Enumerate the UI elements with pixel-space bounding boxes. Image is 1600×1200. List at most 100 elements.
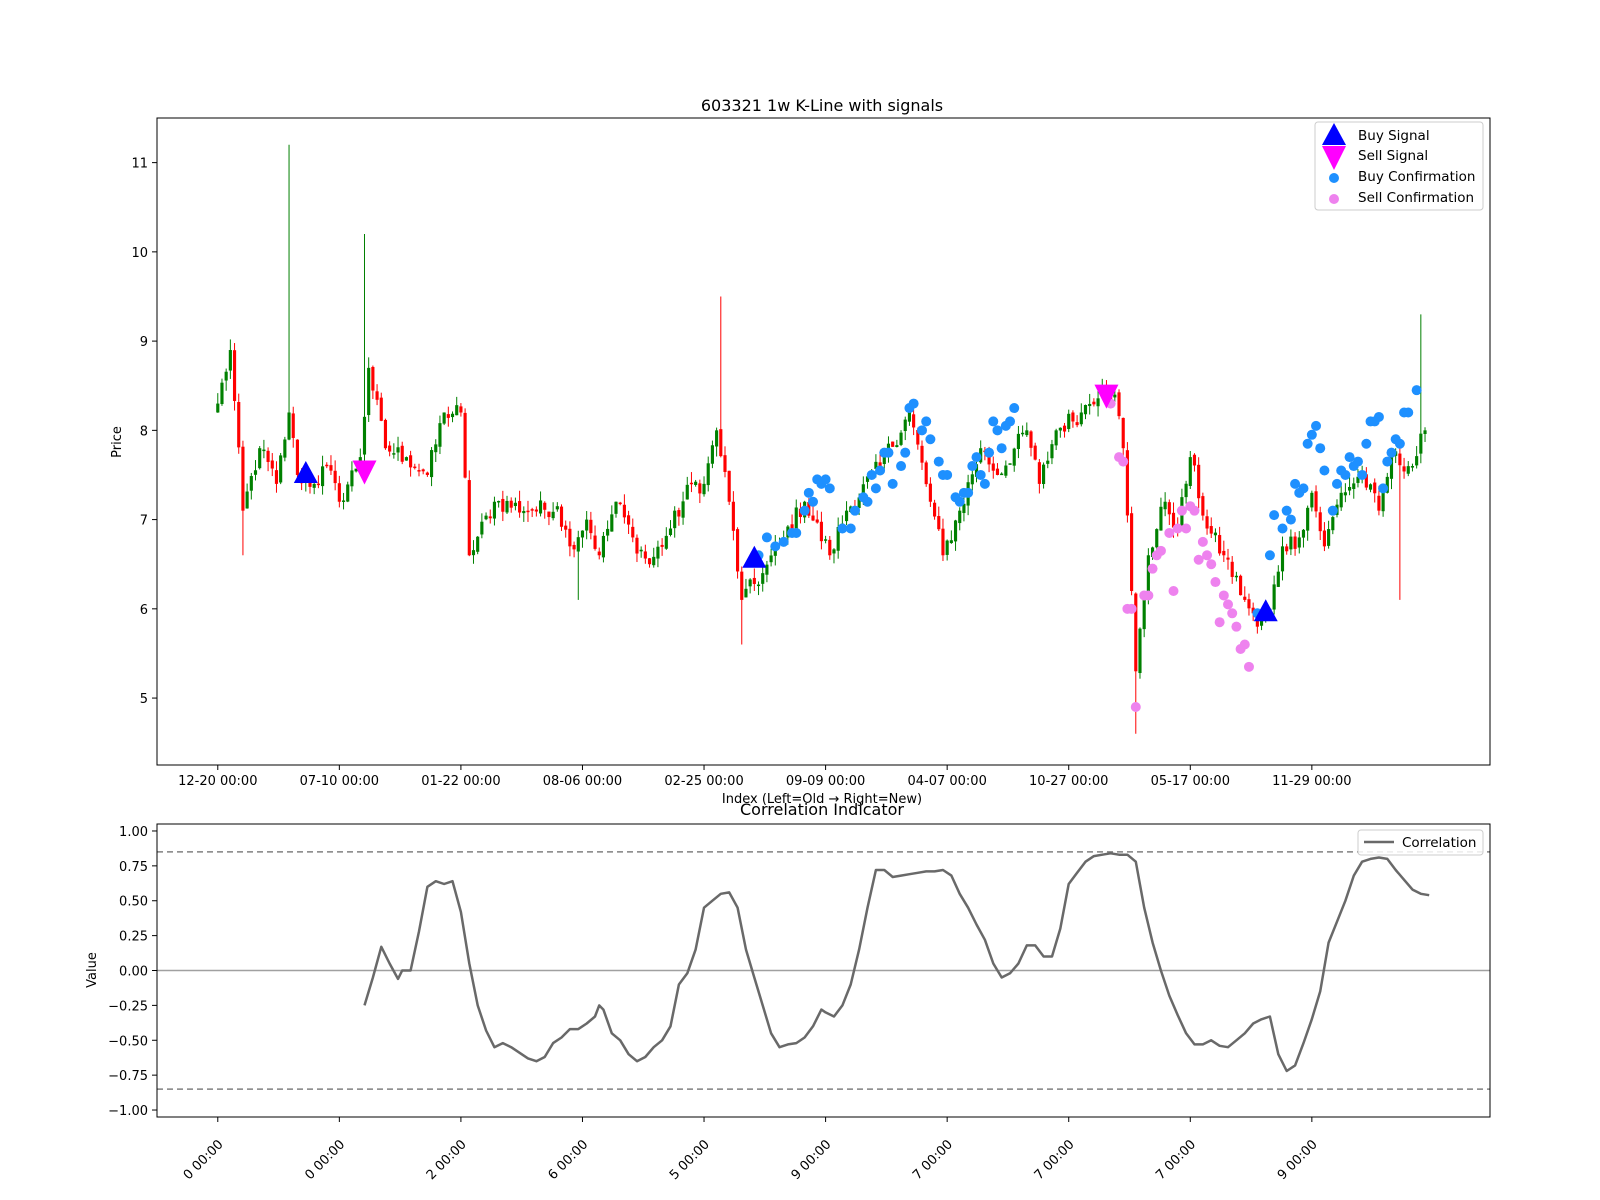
correlation-legend: Correlation <box>1357 829 1484 856</box>
candle-body <box>1226 557 1230 560</box>
buy-confirmation-point <box>1403 407 1414 418</box>
candle-body <box>1008 463 1012 465</box>
candle-body <box>1092 401 1096 405</box>
candle-body <box>769 555 773 563</box>
buy-confirmation-point <box>971 452 982 463</box>
candle-body <box>1243 596 1247 600</box>
candle-body <box>1205 516 1209 529</box>
candle-body <box>1021 432 1025 435</box>
candle-body <box>1130 513 1134 591</box>
candle-body <box>480 521 484 535</box>
candle-body <box>253 470 258 475</box>
candle-body <box>710 445 714 464</box>
candle-body <box>425 472 429 475</box>
buy-confirmation-point <box>1281 505 1292 516</box>
candle-body <box>744 588 748 598</box>
buy-confirmation-point <box>1331 478 1342 489</box>
buy-confirmation-point <box>1361 438 1372 449</box>
candle-body <box>706 463 710 486</box>
candle-body <box>610 514 614 532</box>
candle-body <box>224 371 228 381</box>
candle-body <box>1062 425 1067 432</box>
kline-y-tick-label: 7 <box>140 514 148 529</box>
correlation-legend-label: Correlation <box>1402 835 1476 851</box>
candle-body <box>748 579 752 587</box>
candle-body <box>409 455 413 468</box>
candle-body <box>1054 430 1058 446</box>
buy-confirmation-point <box>845 523 856 534</box>
candle-body <box>685 484 689 500</box>
candle-body <box>1067 413 1071 429</box>
buy-confirmation-point <box>925 434 936 445</box>
sell-confirmation-point <box>1231 621 1242 632</box>
candle-body <box>882 456 886 465</box>
candle-body <box>1167 502 1171 515</box>
candle-body <box>958 510 962 524</box>
candle-body <box>413 466 417 469</box>
buy-confirmation-point <box>803 487 814 498</box>
candle-body <box>333 470 337 484</box>
kline-x-tick-label: 09-09 00:00 <box>786 774 865 789</box>
candle-body <box>719 429 723 457</box>
candle-body <box>1419 433 1423 454</box>
candle-body <box>1368 484 1373 490</box>
buy-confirmation-point <box>862 496 873 507</box>
candle-body <box>643 551 647 559</box>
buy-confirmation-point <box>1340 469 1351 480</box>
candle-body <box>555 506 559 510</box>
candle-body <box>442 412 446 424</box>
candle-body <box>631 526 635 538</box>
candle-body <box>1339 492 1343 508</box>
candle-body <box>216 403 220 413</box>
candle-body <box>1373 482 1377 494</box>
candle-body <box>585 519 589 531</box>
candle-body <box>1314 491 1318 512</box>
candle-body <box>576 537 580 552</box>
candle-body <box>488 516 492 519</box>
candle-body <box>1041 464 1046 485</box>
candle-body <box>1293 536 1297 549</box>
candle-body <box>811 515 815 521</box>
candle-body <box>258 448 262 469</box>
candle-body <box>756 584 761 587</box>
candle-body <box>362 416 367 455</box>
candle-body <box>970 474 974 485</box>
candle-body <box>295 439 299 475</box>
candle-body <box>1071 412 1075 422</box>
candle-body <box>580 530 585 538</box>
candle-body <box>463 412 467 478</box>
candle-body <box>543 502 547 510</box>
candle-body <box>518 501 522 513</box>
kline-y-tick-label: 8 <box>140 424 148 439</box>
buy-confirmation-point <box>1378 483 1389 494</box>
candle-body <box>476 536 480 552</box>
kline-panel: 603321 1w K-Line with signals 567891011 … <box>110 96 1491 807</box>
buy-confirmation-point <box>996 443 1007 454</box>
candle-body <box>1343 492 1347 496</box>
candle-body <box>1058 427 1062 431</box>
buy-confirmation-point <box>1357 469 1368 480</box>
candle-body <box>614 501 618 514</box>
buy-confirmation-point <box>875 465 886 476</box>
candle-body <box>467 480 471 556</box>
candle-body <box>1083 405 1088 415</box>
correlation-y-tick-label: 0.75 <box>119 860 148 875</box>
candle-body <box>899 432 903 445</box>
sell-confirmation-point <box>1197 536 1208 547</box>
buy-confirmation-point <box>954 496 965 507</box>
kline-x-tick-label: 07-10 00:00 <box>300 774 379 789</box>
candle-body <box>589 519 593 534</box>
candle-body <box>1096 398 1100 407</box>
candle-body <box>1117 392 1121 417</box>
buy-confirmation-point <box>933 456 944 467</box>
candle-body <box>606 528 610 536</box>
correlation-y-tick-label: −1.00 <box>108 1104 148 1119</box>
sell-confirmation-point <box>1206 559 1217 570</box>
candle-body <box>1297 537 1301 548</box>
candle-body <box>878 462 882 467</box>
candle-body <box>668 528 673 536</box>
candle-body <box>953 520 958 542</box>
candle-body <box>434 444 438 453</box>
candle-body <box>1192 454 1197 466</box>
candle-body <box>1201 496 1205 516</box>
